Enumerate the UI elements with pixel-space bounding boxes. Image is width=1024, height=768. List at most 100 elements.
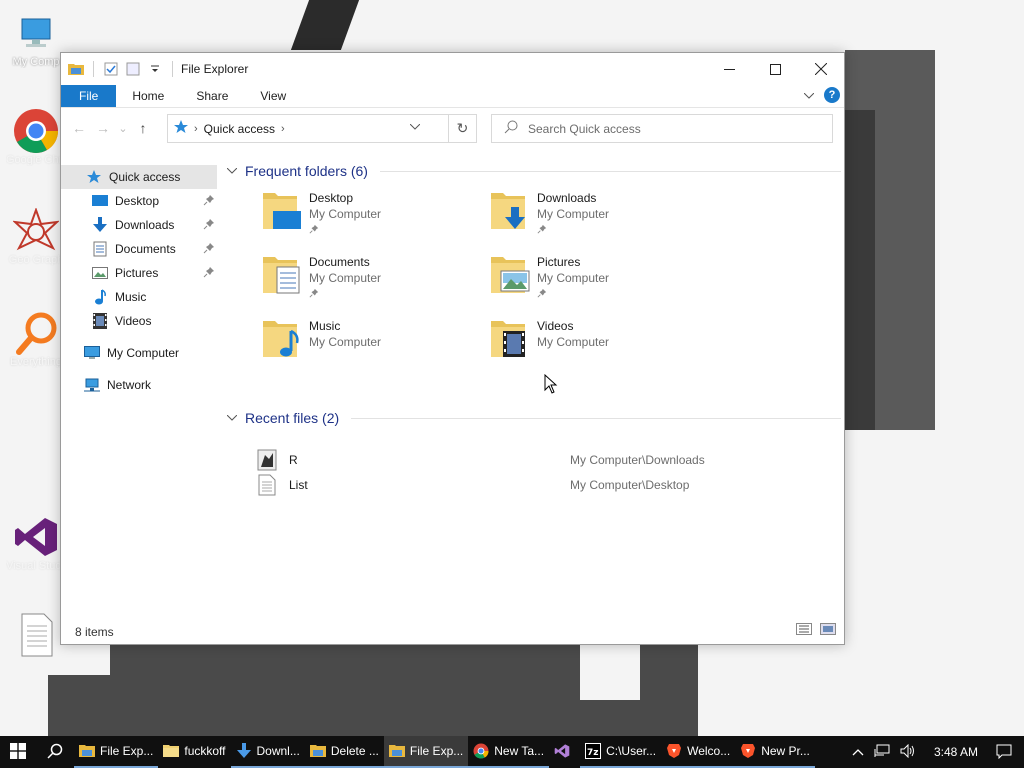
minimize-button[interactable] (706, 53, 752, 85)
system-tray: 3:48 AM (852, 736, 1024, 768)
notification-icon[interactable] (996, 743, 1012, 762)
recent-files-header[interactable]: Recent files (2) (226, 408, 841, 428)
taskbar-search-button[interactable] (36, 736, 74, 768)
start-button[interactable] (0, 736, 36, 768)
sidebar-item-pictures[interactable]: Pictures (61, 261, 217, 285)
taskbar-item-visual-studio[interactable] (549, 736, 580, 768)
folder-desktop[interactable]: Desktop My Computer (261, 189, 481, 245)
folder-location: My Computer (537, 207, 610, 221)
taskbar-item-label: New Ta... (494, 744, 545, 758)
taskbar-item-chrome[interactable]: New Ta... (468, 736, 550, 768)
sidebar-item-desktop[interactable]: Desktop (61, 189, 217, 213)
volume-icon[interactable] (900, 743, 916, 761)
tab-file[interactable]: File (61, 85, 117, 107)
sidebar-item-network[interactable]: Network (61, 373, 217, 397)
folder-videos[interactable]: Videos My Computer (489, 317, 709, 373)
frequent-folders-header[interactable]: Frequent folders (6) (226, 161, 841, 181)
taskbar-item-delete[interactable]: Delete ... (304, 736, 384, 768)
pin-icon[interactable] (203, 242, 215, 257)
address-bar[interactable]: › Quick access › (167, 114, 449, 143)
refresh-button[interactable]: ↻ (449, 114, 477, 143)
desktop-icon-my-computer[interactable]: My Comp (6, 10, 66, 68)
download-icon (236, 743, 252, 759)
sidebar-item-quick-access[interactable]: Quick access (61, 165, 217, 189)
desktop-icon-everything[interactable]: Everything (6, 310, 66, 368)
sidebar-item-music[interactable]: Music (61, 285, 217, 309)
taskbar-item-brave-welcome[interactable]: Welco... (661, 736, 736, 768)
desktop-icon-geo[interactable]: Geo Graph (6, 208, 66, 266)
recent-file-path: My Computer\Downloads (570, 453, 705, 467)
customize-toolbar-icon[interactable] (146, 60, 164, 78)
taskbar-item-label: fuckkoff (184, 744, 226, 758)
folder-text: Music My Computer (309, 317, 381, 373)
pin-icon[interactable] (537, 287, 609, 301)
pin-icon[interactable] (203, 194, 215, 209)
taskbar-item-7zip[interactable]: 7z C:\User... (580, 736, 662, 768)
chevron-up-icon[interactable] (852, 745, 864, 759)
taskbar-item-file-explorer-2[interactable]: File Exp... (383, 736, 469, 768)
network-icon[interactable] (874, 744, 890, 761)
back-button[interactable]: ← (67, 116, 91, 140)
sidebar-item-videos[interactable]: Videos (61, 309, 217, 333)
svg-text:7z: 7z (587, 748, 599, 758)
folder-documents[interactable]: Documents My Computer (261, 253, 481, 309)
tab-share[interactable]: Share (180, 85, 244, 107)
help-button[interactable]: ? (824, 87, 840, 103)
large-icons-view-icon[interactable] (820, 623, 836, 638)
folder-name: Pictures (537, 255, 581, 269)
properties-icon[interactable] (102, 60, 120, 78)
desktop-icon-visual-studio[interactable]: Visual Studio (6, 514, 66, 572)
folder-music[interactable]: Music My Computer (261, 317, 481, 373)
taskbar-item-brave-new[interactable]: New Pr... (735, 736, 815, 768)
pin-icon[interactable] (203, 266, 215, 281)
tab-view[interactable]: View (244, 85, 302, 107)
recent-file-name: List (289, 478, 308, 492)
desktop-background-shape (845, 110, 875, 430)
folder-text: Documents My Computer (309, 253, 381, 309)
sidebar-item-label: Downloads (115, 218, 175, 232)
folder-text: Videos My Computer (537, 317, 609, 373)
new-folder-icon[interactable] (124, 60, 142, 78)
pictures-folder-icon (489, 253, 533, 303)
pin-icon[interactable] (309, 287, 381, 301)
folder-downloads[interactable]: Downloads My Computer (489, 189, 709, 245)
forward-button[interactable]: → (91, 116, 115, 140)
taskbar-item-file-explorer-1[interactable]: File Exp... (74, 736, 159, 768)
address-text: Quick access (203, 121, 276, 136)
expand-ribbon-icon[interactable] (803, 88, 815, 102)
desktop-icon-chrome[interactable]: Google Chrome (6, 108, 66, 166)
up-button[interactable]: ↑ (131, 116, 155, 140)
sidebar-item-downloads[interactable]: Downloads (61, 213, 217, 237)
clock[interactable]: 3:48 AM (934, 745, 978, 759)
sidebar-item-my-computer[interactable]: My Computer (61, 341, 217, 365)
maximize-button[interactable] (752, 53, 798, 85)
close-button[interactable] (798, 53, 844, 85)
recent-locations-button[interactable]: ⌄ (115, 116, 131, 140)
title-bar[interactable]: File Explorer (61, 53, 844, 85)
tab-home[interactable]: Home (116, 85, 180, 107)
computer-icon (13, 10, 59, 56)
desktop-background-shape (48, 675, 110, 736)
taskbar-item-downloads[interactable]: Downl... (230, 736, 305, 768)
window-controls (706, 53, 844, 85)
pin-icon[interactable] (309, 223, 381, 237)
search-input[interactable]: Search Quick access (491, 114, 833, 143)
sidebar-item-documents[interactable]: Documents (61, 237, 217, 261)
taskbar-item-fuckkoff[interactable]: fuckkoff (158, 736, 230, 768)
desktop-folder-icon (261, 189, 305, 239)
taskbar: File Exp... fuckkoff Downl... Delete ...… (0, 736, 1024, 768)
ribbon-right: ? (803, 87, 840, 103)
search-placeholder: Search Quick access (528, 121, 641, 136)
details-view-icon[interactable] (796, 623, 812, 638)
desktop-icon-document[interactable] (6, 612, 66, 658)
computer-icon (83, 344, 101, 362)
pin-icon[interactable] (537, 223, 609, 237)
ribbon-tabs: File Home Share View ? (61, 85, 844, 108)
pin-icon[interactable] (203, 218, 215, 233)
recent-file-row[interactable]: List My Computer\Desktop (221, 473, 841, 497)
address-dropdown-icon[interactable] (409, 122, 421, 133)
folder-pictures[interactable]: Pictures My Computer (489, 253, 709, 309)
recent-file-row[interactable]: R My Computer\Downloads (221, 448, 841, 472)
file-explorer-window: File Explorer File Home Share View ? ← → (60, 52, 845, 645)
breadcrumb-chevron[interactable]: › (281, 123, 285, 135)
